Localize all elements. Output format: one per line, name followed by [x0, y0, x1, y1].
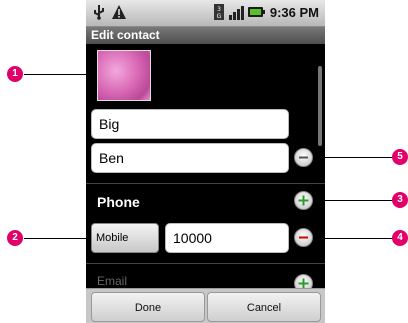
expand-name-button[interactable]: [294, 148, 313, 167]
email-section-label: Email: [97, 274, 128, 288]
phone-type-button[interactable]: Mobile: [91, 223, 159, 253]
scrollbar[interactable]: [318, 66, 322, 146]
callout-3: 3: [392, 192, 408, 208]
callout-5-leader: [314, 157, 394, 158]
edit-contact-form: Big Ben Phone Mobile 10000 Email: [86, 44, 325, 293]
callout-1: 1: [7, 66, 23, 82]
divider: [86, 263, 325, 264]
phone-screen: 3 G 9:36 PM Edit contact Big Ben Phone M…: [86, 0, 325, 323]
page-title: Edit contact: [86, 27, 325, 44]
contact-photo[interactable]: [97, 50, 151, 101]
svg-text:G: G: [217, 13, 222, 20]
callout-4-leader: [314, 238, 394, 239]
first-name-field[interactable]: Big: [91, 109, 289, 139]
battery-icon: [247, 7, 265, 17]
callout-2-leader: [24, 238, 92, 239]
minus-icon: [299, 236, 308, 239]
done-button[interactable]: Done: [91, 292, 205, 322]
last-name-field[interactable]: Ben: [91, 143, 289, 173]
callout-3-leader: [314, 200, 394, 201]
status-clock: 9:36 PM: [269, 4, 319, 20]
minus-icon: [299, 156, 308, 159]
cancel-button[interactable]: Cancel: [207, 292, 321, 322]
phone-number-field[interactable]: 10000: [165, 223, 289, 253]
add-phone-button[interactable]: [294, 191, 313, 210]
warning-icon: [112, 5, 126, 19]
callout-5: 5: [392, 149, 408, 165]
bottom-action-bar: Done Cancel: [86, 288, 325, 323]
svg-text:3: 3: [217, 6, 221, 13]
divider: [86, 183, 325, 184]
usb-icon: [94, 5, 104, 20]
remove-phone-button[interactable]: [294, 228, 313, 247]
signal-icon: [228, 6, 244, 20]
callout-4: 4: [392, 230, 408, 246]
callout-2: 2: [7, 230, 23, 246]
phone-section-label: Phone: [97, 194, 140, 210]
3g-icon: 3 G: [213, 4, 224, 20]
status-bar: 3 G 9:36 PM: [86, 0, 325, 27]
plus-icon: [298, 195, 309, 206]
